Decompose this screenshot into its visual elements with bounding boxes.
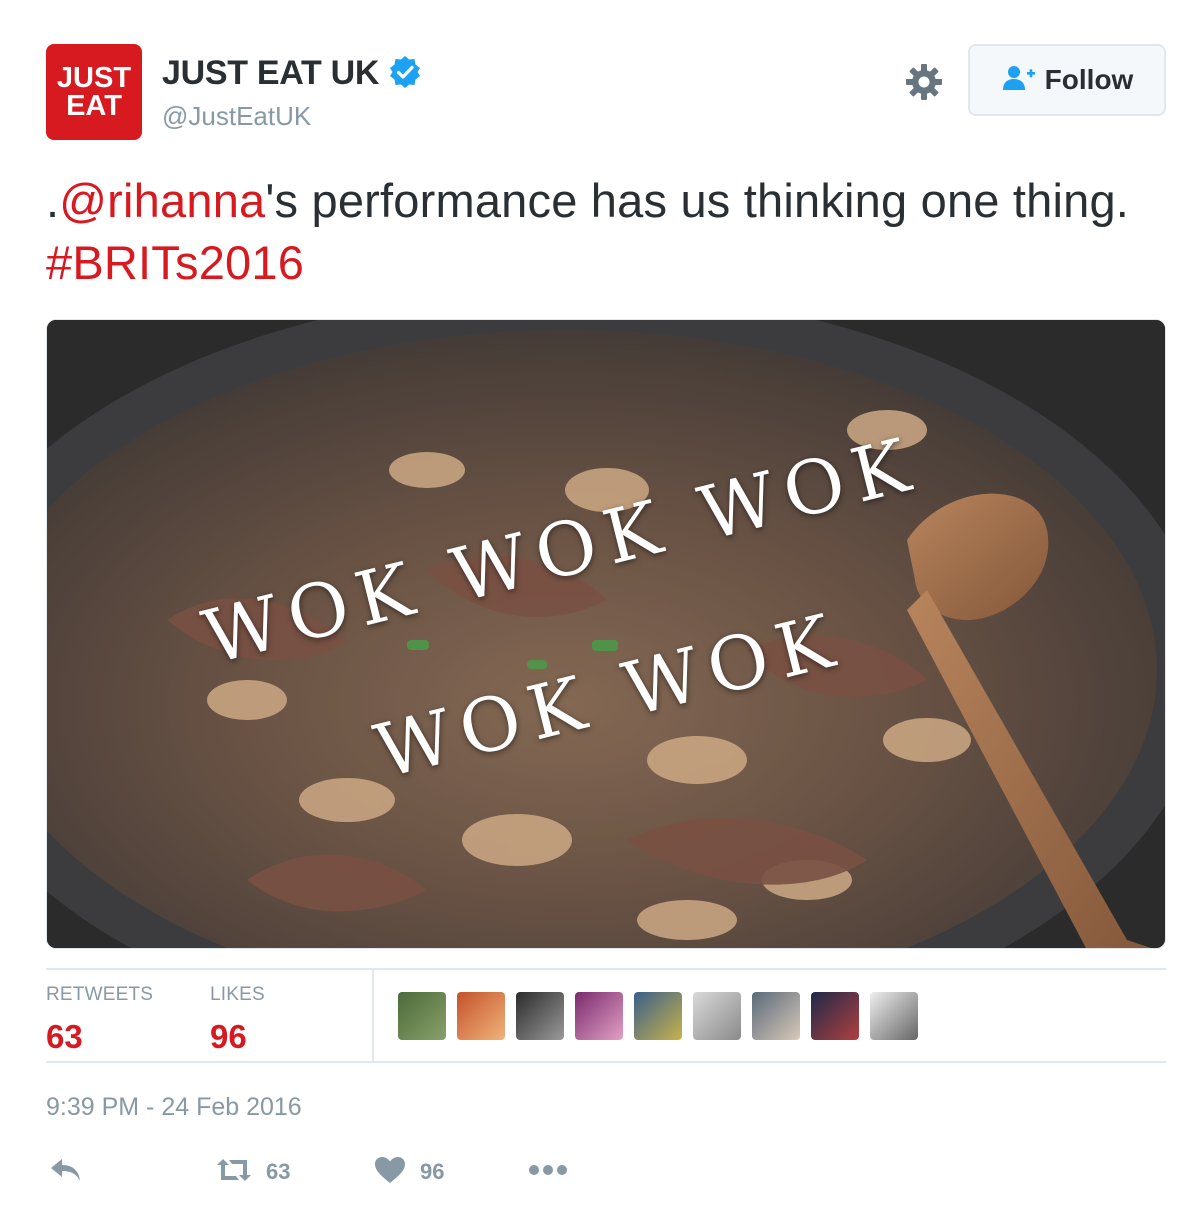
gear-icon[interactable]	[904, 62, 944, 102]
tweet-text-prefix: .	[46, 174, 60, 227]
avatar-logo-line-2: EAT	[66, 90, 122, 122]
overlay-line-2: WOK WOK	[367, 596, 852, 796]
like-button[interactable]: 96	[374, 1150, 444, 1194]
verified-badge-icon	[388, 55, 422, 89]
follow-button[interactable]: Follow	[968, 44, 1166, 116]
more-dots-icon	[528, 1163, 568, 1181]
media-overlay-text: WOK WOK WOK WOK WOK	[47, 320, 1165, 948]
retweets-label: RETWEETS	[46, 984, 154, 1005]
account-avatar[interactable]: JUST EAT	[46, 44, 142, 140]
likes-count: 96	[210, 1018, 247, 1055]
likes-stat[interactable]: LIKES 96	[210, 984, 265, 1056]
more-button[interactable]	[528, 1150, 568, 1194]
reply-button[interactable]	[50, 1150, 82, 1194]
reply-icon	[50, 1157, 82, 1188]
liker-avatar[interactable]	[811, 992, 859, 1040]
heart-icon	[374, 1156, 406, 1189]
stats-bottom-divider	[46, 1061, 1166, 1063]
liker-avatar[interactable]	[457, 992, 505, 1040]
like-action-count: 96	[420, 1159, 445, 1184]
avatar-logo-line-1: JUST	[56, 62, 132, 94]
display-name[interactable]: JUST EAT UK	[162, 54, 379, 93]
liker-avatar[interactable]	[634, 992, 682, 1040]
retweet-action-count: 63	[266, 1159, 291, 1184]
likes-label: LIKES	[210, 984, 265, 1005]
tweet-header: JUST EAT JUST EAT UK @JustEatUK Follow	[46, 44, 1166, 144]
retweet-icon	[216, 1157, 252, 1188]
tweet-actions: 63 96	[46, 1150, 646, 1194]
liker-avatar[interactable]	[575, 992, 623, 1040]
account-names: JUST EAT UK @JustEatUK	[162, 54, 422, 132]
tweet-stats: RETWEETS 63 LIKES 96	[46, 970, 1166, 1062]
tweet-media-image[interactable]: WOK WOK WOK WOK WOK	[46, 319, 1166, 949]
follow-button-label: Follow	[1044, 64, 1134, 95]
liker-avatar[interactable]	[752, 992, 800, 1040]
liker-avatar[interactable]	[693, 992, 741, 1040]
tweet-text: .@rihanna's performance has us thinking …	[46, 170, 1156, 294]
retweets-count: 63	[46, 1018, 83, 1055]
retweet-button[interactable]: 63	[216, 1150, 290, 1194]
retweets-stat[interactable]: RETWEETS 63	[46, 984, 153, 1056]
tweet-timestamp[interactable]: 9:39 PM - 24 Feb 2016	[46, 1093, 302, 1122]
liker-avatar[interactable]	[516, 992, 564, 1040]
liker-avatar[interactable]	[870, 992, 918, 1040]
liker-avatar[interactable]	[398, 992, 446, 1040]
mention-link[interactable]: @rihanna	[59, 174, 265, 227]
hashtag-link[interactable]: #BRITs2016	[46, 236, 304, 289]
tweet-text-body: 's performance has us thinking one thing…	[265, 174, 1130, 227]
account-handle[interactable]: @JustEatUK	[162, 101, 422, 132]
liker-avatars	[398, 992, 929, 1040]
stats-separator	[372, 970, 374, 1062]
add-user-icon	[1001, 64, 1037, 97]
